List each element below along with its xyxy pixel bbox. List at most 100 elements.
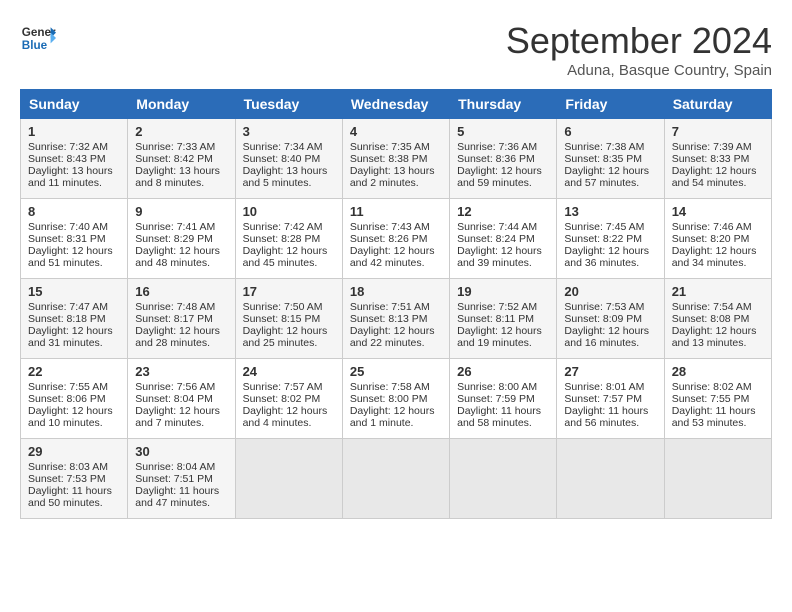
- day-number: 5: [457, 124, 549, 139]
- calendar-table: Sunday Monday Tuesday Wednesday Thursday…: [20, 89, 772, 519]
- sunset-text: Sunset: 8:00 PM: [350, 393, 428, 405]
- day-number: 1: [28, 124, 120, 139]
- calendar-cell: 24 Sunrise: 7:57 AMSunset: 8:02 PMDayligh…: [235, 359, 342, 439]
- day-number: 16: [135, 284, 227, 299]
- calendar-cell: [664, 439, 771, 519]
- logo: General Blue: [20, 20, 56, 56]
- sunrise-text: Sunrise: 7:51 AM: [350, 301, 430, 313]
- sunset-text: Sunset: 8:42 PM: [135, 153, 213, 165]
- location-subtitle: Aduna, Basque Country, Spain: [506, 62, 772, 79]
- daylight-text: Daylight: 12 hours and 25 minutes.: [243, 325, 328, 349]
- day-number: 24: [243, 364, 335, 379]
- calendar-cell: 11Sunrise: 7:43 AMSunset: 8:26 PMDayligh…: [342, 199, 449, 279]
- sunrise-text: Sunrise: 7:35 AM: [350, 141, 430, 153]
- calendar-cell: 19Sunrise: 7:52 AMSunset: 8:11 PMDayligh…: [450, 279, 557, 359]
- sunrise-text: Sunrise: 7:39 AM: [672, 141, 752, 153]
- calendar-cell: 17Sunrise: 7:50 AMSunset: 8:15 PMDayligh…: [235, 279, 342, 359]
- calendar-cell: 8Sunrise: 7:40 AMSunset: 8:31 PMDaylight…: [21, 199, 128, 279]
- sunset-text: Sunset: 8:06 PM: [28, 393, 106, 405]
- day-number: 18: [350, 284, 442, 299]
- sunrise-text: Sunrise: 7:38 AM: [564, 141, 644, 153]
- day-number: 23: [135, 364, 227, 379]
- calendar-cell: 23Sunrise: 7:56 AMSunset: 8:04 PMDayligh…: [128, 359, 235, 439]
- calendar-cell: 2Sunrise: 7:33 AMSunset: 8:42 PMDaylight…: [128, 119, 235, 199]
- calendar-cell: 7Sunrise: 7:39 AMSunset: 8:33 PMDaylight…: [664, 119, 771, 199]
- day-number: 19: [457, 284, 549, 299]
- calendar-cell: 27Sunrise: 8:01 AMSunset: 7:57 PMDayligh…: [557, 359, 664, 439]
- calendar-cell: 14Sunrise: 7:46 AMSunset: 8:20 PMDayligh…: [664, 199, 771, 279]
- daylight-text: Daylight: 12 hours and 45 minutes.: [243, 245, 328, 269]
- daylight-text: Daylight: 12 hours and 16 minutes.: [564, 325, 649, 349]
- sunrise-text: Sunrise: 7:54 AM: [672, 301, 752, 313]
- col-sunday: Sunday: [21, 90, 128, 119]
- sunset-text: Sunset: 8:29 PM: [135, 233, 213, 245]
- calendar-cell: 3Sunrise: 7:34 AMSunset: 8:40 PMDaylight…: [235, 119, 342, 199]
- calendar-cell: [235, 439, 342, 519]
- daylight-text: Daylight: 11 hours and 50 minutes.: [28, 485, 112, 509]
- daylight-text: Daylight: 12 hours and 57 minutes.: [564, 165, 649, 189]
- day-number: 13: [564, 204, 656, 219]
- sunset-text: Sunset: 8:35 PM: [564, 153, 642, 165]
- sunset-text: Sunset: 8:33 PM: [672, 153, 750, 165]
- sunset-text: Sunset: 7:59 PM: [457, 393, 535, 405]
- sunrise-text: Sunrise: 7:42 AM: [243, 221, 323, 233]
- sunset-text: Sunset: 8:22 PM: [564, 233, 642, 245]
- page-header: General Blue September 2024 Aduna, Basqu…: [20, 20, 772, 79]
- sunrise-text: Sunrise: 7:41 AM: [135, 221, 215, 233]
- sunrise-text: Sunrise: 7:48 AM: [135, 301, 215, 313]
- sunrise-text: Sunrise: 7:47 AM: [28, 301, 108, 313]
- daylight-text: Daylight: 11 hours and 58 minutes.: [457, 405, 541, 429]
- sunrise-text: Sunrise: 7:43 AM: [350, 221, 430, 233]
- sunrise-text: Sunrise: 7:58 AM: [350, 381, 430, 393]
- sunset-text: Sunset: 8:02 PM: [243, 393, 321, 405]
- calendar-cell: 16Sunrise: 7:48 AMSunset: 8:17 PMDayligh…: [128, 279, 235, 359]
- daylight-text: Daylight: 12 hours and 10 minutes.: [28, 405, 113, 429]
- calendar-cell: [342, 439, 449, 519]
- calendar-cell: 26Sunrise: 8:00 AMSunset: 7:59 PMDayligh…: [450, 359, 557, 439]
- sunset-text: Sunset: 8:04 PM: [135, 393, 213, 405]
- sunrise-text: Sunrise: 8:00 AM: [457, 381, 537, 393]
- sunset-text: Sunset: 7:55 PM: [672, 393, 750, 405]
- daylight-text: Daylight: 12 hours and 59 minutes.: [457, 165, 542, 189]
- day-number: 12: [457, 204, 549, 219]
- daylight-text: Daylight: 13 hours and 5 minutes.: [243, 165, 328, 189]
- calendar-cell: [450, 439, 557, 519]
- day-number: 2: [135, 124, 227, 139]
- sunset-text: Sunset: 8:20 PM: [672, 233, 750, 245]
- sunrise-text: Sunrise: 7:50 AM: [243, 301, 323, 313]
- calendar-cell: 13Sunrise: 7:45 AMSunset: 8:22 PMDayligh…: [557, 199, 664, 279]
- calendar-week-3: 15Sunrise: 7:47 AMSunset: 8:18 PMDayligh…: [21, 279, 772, 359]
- col-friday: Friday: [557, 90, 664, 119]
- calendar-cell: 22Sunrise: 7:55 AMSunset: 8:06 PMDayligh…: [21, 359, 128, 439]
- daylight-text: Daylight: 12 hours and 48 minutes.: [135, 245, 220, 269]
- calendar-cell: 25Sunrise: 7:58 AMSunset: 8:00 PMDayligh…: [342, 359, 449, 439]
- sunrise-text: Sunrise: 8:01 AM: [564, 381, 644, 393]
- calendar-week-4: 22Sunrise: 7:55 AMSunset: 8:06 PMDayligh…: [21, 359, 772, 439]
- calendar-week-5: 29Sunrise: 8:03 AMSunset: 7:53 PMDayligh…: [21, 439, 772, 519]
- sunrise-text: Sunrise: 7:53 AM: [564, 301, 644, 313]
- daylight-text: Daylight: 12 hours and 4 minutes.: [243, 405, 328, 429]
- sunrise-text: Sunrise: 7:57 AM: [243, 381, 323, 393]
- sunset-text: Sunset: 8:43 PM: [28, 153, 106, 165]
- calendar-cell: 30Sunrise: 8:04 AMSunset: 7:51 PMDayligh…: [128, 439, 235, 519]
- day-number: 6: [564, 124, 656, 139]
- day-number: 10: [243, 204, 335, 219]
- sunset-text: Sunset: 8:28 PM: [243, 233, 321, 245]
- sunrise-text: Sunrise: 7:56 AM: [135, 381, 215, 393]
- calendar-cell: 18Sunrise: 7:51 AMSunset: 8:13 PMDayligh…: [342, 279, 449, 359]
- daylight-text: Daylight: 12 hours and 22 minutes.: [350, 325, 435, 349]
- sunset-text: Sunset: 8:17 PM: [135, 313, 213, 325]
- day-number: 28: [672, 364, 764, 379]
- month-title: September 2024: [506, 20, 772, 62]
- sunrise-text: Sunrise: 7:44 AM: [457, 221, 537, 233]
- daylight-text: Daylight: 12 hours and 36 minutes.: [564, 245, 649, 269]
- day-number: 17: [243, 284, 335, 299]
- day-number: 7: [672, 124, 764, 139]
- daylight-text: Daylight: 12 hours and 39 minutes.: [457, 245, 542, 269]
- sunset-text: Sunset: 8:09 PM: [564, 313, 642, 325]
- calendar-cell: 29Sunrise: 8:03 AMSunset: 7:53 PMDayligh…: [21, 439, 128, 519]
- daylight-text: Daylight: 13 hours and 8 minutes.: [135, 165, 220, 189]
- sunrise-text: Sunrise: 7:36 AM: [457, 141, 537, 153]
- day-number: 29: [28, 444, 120, 459]
- daylight-text: Daylight: 12 hours and 34 minutes.: [672, 245, 757, 269]
